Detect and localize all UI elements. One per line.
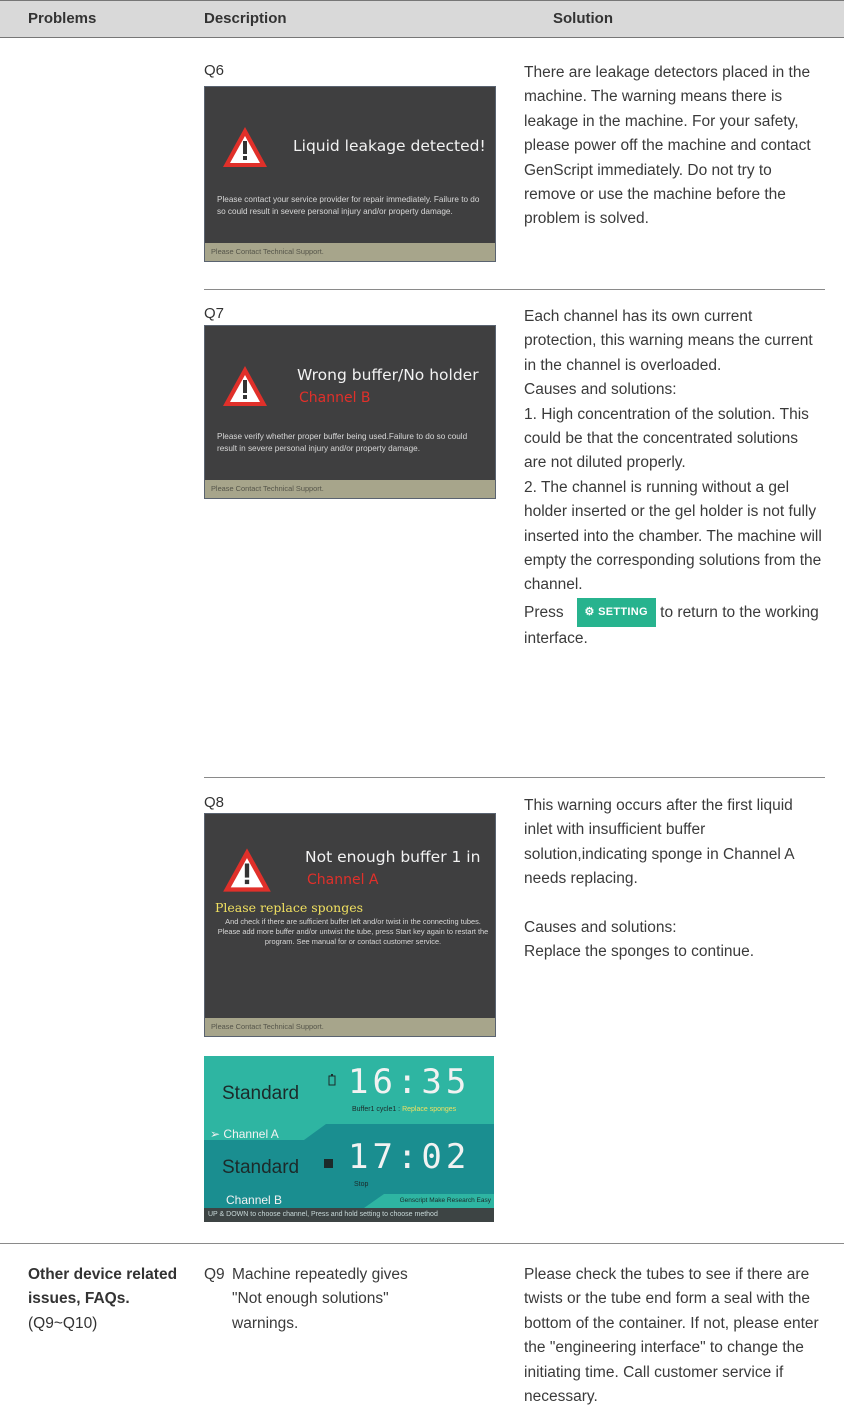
q8-solution-p1: This warning occurs after the first liqu… [524,797,794,888]
q7-warning-body: Please verify whether proper buffer bein… [217,432,468,454]
row2-time: 17:02 [348,1137,471,1177]
table-header [0,0,844,38]
q9-label: Q9 [204,1266,225,1283]
q9-solution: Please check the tubes to see if there a… [524,1266,819,1406]
setting-button-label: SETTING [598,605,648,618]
row1-mode: Standard [222,1083,300,1104]
row2-channel[interactable]: Channel B [226,1193,282,1207]
stop-icon [324,1159,333,1168]
divider [204,289,825,290]
gear-icon: ⚙ [584,605,595,618]
divider [204,777,825,778]
q8-solution: This warning occurs after the first liqu… [524,794,824,965]
row2-status: Stop [354,1181,369,1188]
q6-warning-title: Liquid leakage detected! [293,137,486,155]
q6-label: Q6 [204,62,225,79]
q7-warning-title: Wrong buffer/No holder [297,366,479,384]
q8-warning-title: Not enough buffer 1 in [305,848,481,866]
q9-description: Machine repeatedly gives "Not enough sol… [232,1266,408,1332]
warning-triangle-icon [223,366,267,406]
q7-solution-p1: Each channel has its own current protect… [524,308,813,374]
q8-warning-screen: Not enough buffer 1 in Channel A Please … [204,813,496,1037]
warning-triangle-icon [223,127,267,167]
q8-solution-p3: Replace the sponges to continue. [524,943,755,961]
q7-after-text: to return to the working interface. [524,603,819,648]
q7-solution-p3: 1. High concentration of the solution. T… [524,405,809,472]
row1-channel-label: Channel A [223,1127,279,1141]
row1-status-text: Buffer1 cycle1 : [352,1106,403,1113]
row1-status: Buffer1 cycle1 : Replace sponges [352,1106,456,1113]
q6-warning-screen: Liquid leakage detected! Please contact … [204,86,496,262]
row1-status-highlight: Replace sponges [402,1106,457,1113]
q7-press-text: Press [524,603,564,621]
q8-run-screen: Standard 16:35 Buffer1 cycle1 : Replace … [204,1056,494,1222]
header-problems: Problems [28,10,97,27]
setting-button[interactable]: ⚙ SETTING [576,597,656,628]
run-screen-footer: UP & DOWN to choose channel, Press and h… [208,1211,438,1218]
warning-triangle-icon [223,848,271,892]
battery-icon [328,1074,336,1086]
row1-time: 16:35 [348,1062,471,1102]
row1-channel[interactable]: ➢ Channel A [210,1127,279,1141]
divider [0,1243,844,1244]
q7-solution: Each channel has its own current protect… [524,305,824,652]
q9-problem-range: (Q9~Q10) [28,1314,98,1332]
q7-warning-channel: Channel B [299,390,371,406]
selected-arrow-icon: ➢ [210,1127,221,1141]
slogan: Genscript Make Research Easy [399,1197,491,1204]
q8-warning-footer: Please Contact Technical Support. [205,1018,495,1036]
q8-label: Q8 [204,794,225,811]
header-solution: Solution [553,10,613,27]
q8-sponge-warning: Please replace sponges [215,900,364,915]
q7-solution-p4: 2. The channel is running without a gel … [524,478,822,594]
q6-solution: There are leakage detectors placed in th… [524,64,811,228]
q7-solution-p2: Causes and solutions: [524,381,677,399]
q7-label: Q7 [204,305,225,322]
header-description: Description [204,10,287,27]
q8-warning-body: And check if there are sufficient buffer… [217,917,489,946]
q7-warning-screen: Wrong buffer/No holder Channel B Please … [204,325,496,499]
q8-warning-channel: Channel A [307,872,379,888]
q7-warning-footer: Please Contact Technical Support. [205,480,495,498]
q6-warning-body: Please contact your service provider for… [217,195,480,217]
q9-problem: Other device related issues, FAQs. (Q9~Q… [28,1263,188,1336]
q9-problem-title: Other device related issues, FAQs. [28,1266,178,1308]
q6-warning-footer: Please Contact Technical Support. [205,243,495,261]
q8-solution-p2: Causes and solutions: [524,919,677,937]
row2-mode: Standard [222,1157,300,1178]
